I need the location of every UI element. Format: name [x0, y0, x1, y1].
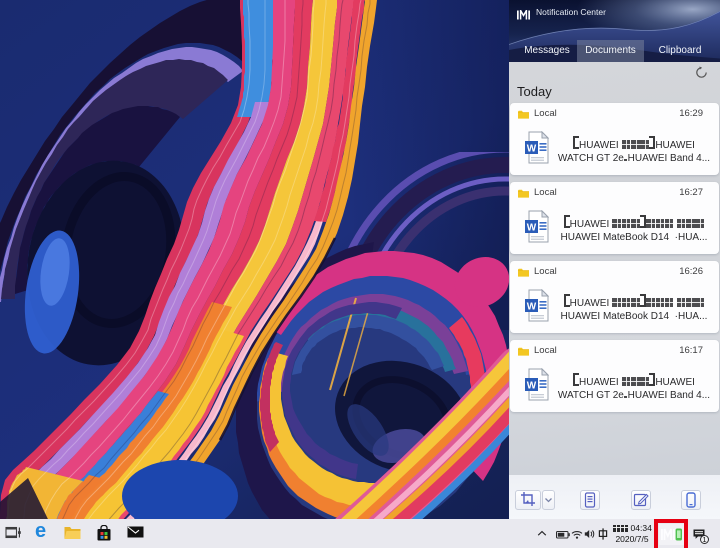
svg-text:W: W: [527, 302, 537, 313]
svg-text:W: W: [527, 223, 537, 234]
svg-text:W: W: [527, 381, 537, 392]
svg-text:W: W: [527, 144, 537, 155]
